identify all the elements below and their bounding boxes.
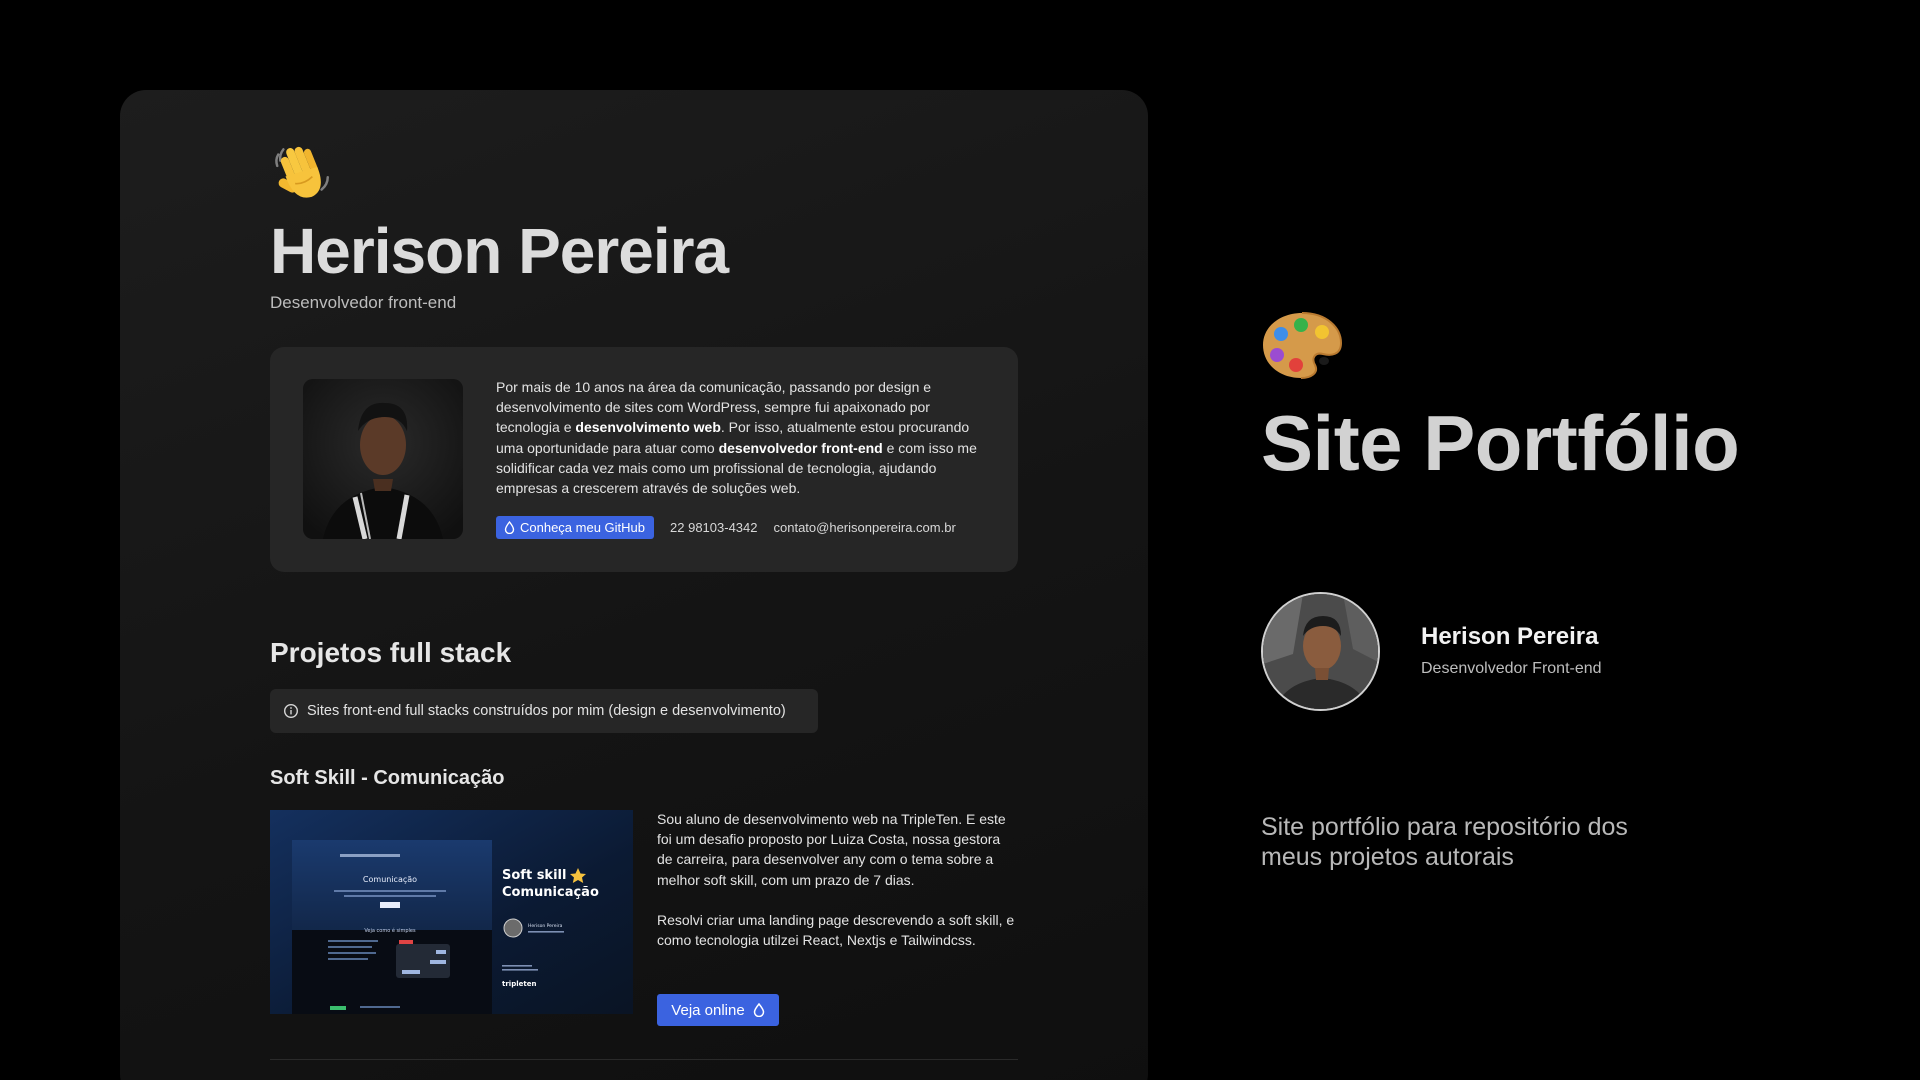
view-online-button[interactable]: Veja online	[657, 994, 779, 1026]
contact-row: Conheça meu GitHub 22 98103-4342 contato…	[496, 516, 956, 539]
project-thumbnail[interactable]: Comunicação Veja como é simples Soft ski…	[270, 810, 633, 1014]
view-online-label: Veja online	[671, 1001, 745, 1019]
project-description-paragraph: Resolvi criar uma landing page descreven…	[657, 911, 1015, 949]
section-divider	[270, 1059, 1018, 1060]
phone-number: 22 98103-4342	[670, 520, 758, 535]
about-highlight: desenvolvimento web	[575, 419, 721, 436]
thumb-heading-right-2: Comunicação	[502, 885, 599, 900]
author-avatar	[1261, 592, 1380, 711]
hero-name: Herison Pereira	[270, 215, 729, 287]
hero-role: Desenvolvedor front-end	[270, 293, 457, 312]
projects-info-text: Sites front-end full stacks construídos …	[307, 703, 786, 719]
email-link[interactable]: contato@herisonpereira.com.br	[774, 520, 956, 535]
waving-hand-icon	[275, 146, 329, 198]
about-card: Por mais de 10 anos na área da comunicaç…	[270, 347, 1018, 572]
info-circle-icon	[283, 703, 299, 719]
site-preview-card: Herison Pereira Desenvolvedor front-end	[120, 90, 1148, 1080]
thumb-heading-left: Comunicação	[363, 875, 417, 884]
project-description: Sou aluno de desenvolvimento web na Trip…	[657, 809, 1019, 950]
github-button[interactable]: Conheça meu GitHub	[496, 516, 655, 539]
thumb-section-label: Veja como é simples	[364, 927, 416, 934]
thumb-brand: tripleten	[502, 980, 536, 988]
projects-section-title: Projetos full stack	[270, 637, 512, 668]
about-highlight: desenvolvedor front-end	[718, 439, 883, 456]
presentation-canvas: Herison Pereira Desenvolvedor front-end	[0, 0, 1920, 1080]
artist-palette-icon	[1263, 312, 1343, 379]
project-title: Soft Skill - Comunicação	[270, 767, 505, 789]
drop-icon	[753, 1003, 764, 1017]
project-description-paragraph: Sou aluno de desenvolvimento web na Trip…	[657, 811, 1006, 888]
panel-title: Site Portfólio	[1261, 399, 1740, 487]
profile-photo	[303, 379, 463, 539]
drop-icon	[504, 521, 515, 534]
author-name: Herison Pereira	[1421, 623, 1599, 650]
thumb-heading-right-1: Soft skill	[502, 868, 566, 883]
thumb-author: Herison Pereira	[528, 923, 563, 929]
about-text: Por mais de 10 anos na área da comunicaç…	[496, 377, 984, 498]
presentation-panel: Site Portfólio Herison Pereira Desenvolv…	[1261, 0, 1901, 1080]
author-role: Desenvolvedor Front-end	[1421, 660, 1602, 677]
projects-info-chip: Sites front-end full stacks construídos …	[270, 689, 818, 733]
github-button-label: Conheça meu GitHub	[520, 520, 646, 535]
panel-description: Site portfólio para repositório dos meus…	[1261, 813, 1628, 871]
